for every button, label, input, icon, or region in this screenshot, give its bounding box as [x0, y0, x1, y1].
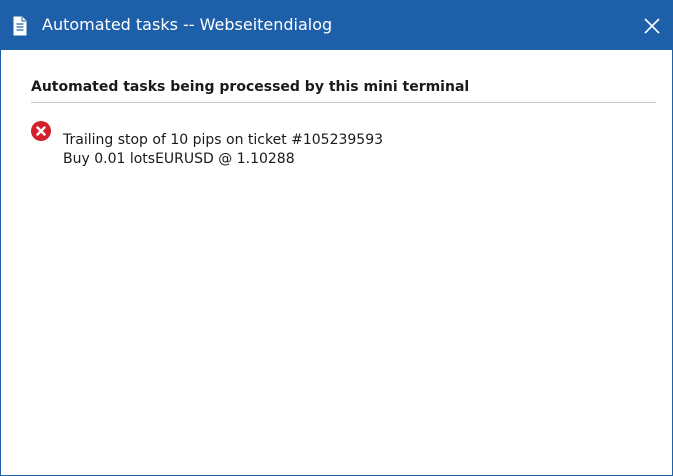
document-icon: [13, 16, 27, 36]
title-bar[interactable]: Automated tasks -- Webseitendialog: [1, 1, 672, 50]
task-description: Trailing stop of 10 pips on ticket #1052…: [63, 132, 384, 148]
task-order-details: Buy 0.01 lotsEURUSD @ 1.10288: [63, 151, 295, 167]
close-button[interactable]: [640, 14, 664, 38]
error-remove-icon[interactable]: [31, 121, 51, 141]
window-title: Automated tasks -- Webseitendialog: [42, 15, 333, 34]
close-icon: [644, 18, 660, 34]
task-item: Trailing stop of 10 pips on ticket #1052…: [31, 121, 631, 167]
heading-divider: [31, 102, 656, 103]
section-heading: Automated tasks being processed by this …: [31, 79, 470, 95]
dialog-window: Automated tasks -- Webseitendialog Autom…: [0, 0, 673, 476]
